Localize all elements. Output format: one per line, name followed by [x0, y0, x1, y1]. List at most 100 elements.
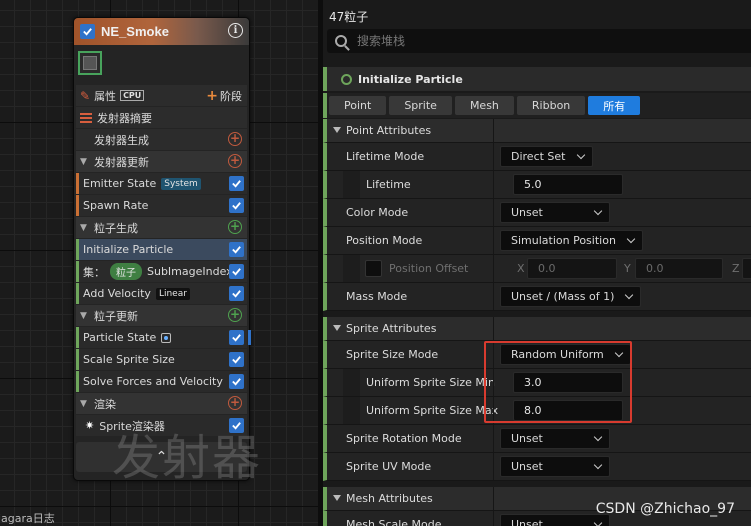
namespace-pill: 粒子 — [110, 263, 142, 280]
emitter-graph[interactable]: NE_Smoke i ✎ 属性 CPU + 阶段 发射器摘要 发射器生成 + ▼ … — [0, 0, 318, 526]
collapse-icon[interactable]: ▼ — [80, 157, 94, 167]
sprite-rotation-mode-dropdown[interactable]: Unset — [500, 428, 610, 449]
module-solve-forces[interactable]: Solve Forces and Velocity — [76, 371, 247, 392]
module-enabled-checkbox[interactable] — [229, 198, 244, 213]
module-header[interactable]: Initialize Particle — [323, 67, 751, 91]
module-enabled-checkbox[interactable] — [229, 286, 244, 301]
module-enabled-checkbox[interactable] — [229, 264, 244, 279]
module-enabled-checkbox[interactable] — [229, 374, 244, 389]
y-axis-label: Y — [624, 262, 631, 275]
add-module-icon[interactable]: + — [228, 220, 242, 234]
lifetime-mode-row: Lifetime Mode Direct Set — [323, 143, 751, 171]
info-icon[interactable]: i — [228, 23, 243, 38]
sprite-attributes-category[interactable]: Sprite Attributes — [323, 317, 751, 341]
particle-state-icon — [161, 332, 172, 343]
mesh-scale-mode-dropdown[interactable]: Unset — [500, 514, 610, 526]
mass-mode-row: Mass Mode Unset / (Mass of 1) — [323, 283, 751, 311]
color-mode-dropdown[interactable]: Unset — [500, 202, 610, 223]
add-module-icon[interactable]: + — [228, 132, 242, 146]
particle-update-label: 粒子更新 — [94, 309, 138, 323]
position-offset-y[interactable]: 0.0 — [635, 258, 723, 279]
module-label: Solve Forces and Velocity — [83, 375, 223, 388]
z-axis-label: Z — [732, 262, 740, 275]
sprite-size-mode-dropdown[interactable]: Random Uniform — [500, 344, 631, 365]
emitter-summary-row[interactable]: 发射器摘要 — [76, 107, 247, 128]
niagara-log-tab[interactable]: iagara日志 — [0, 510, 55, 526]
module-label: Emitter State — [83, 177, 157, 190]
render-section[interactable]: ▼ 渲染 + — [76, 393, 247, 414]
add-module-icon[interactable]: + — [228, 308, 242, 322]
module-tag: Linear — [155, 287, 190, 300]
filter-point[interactable]: Point — [329, 96, 387, 115]
collapse-icon[interactable]: ▼ — [80, 223, 94, 233]
collapse-icon[interactable]: ▼ — [80, 399, 94, 409]
particle-count: 47粒子 — [329, 10, 369, 24]
filter-all[interactable]: 所有 — [588, 96, 641, 115]
module-enabled-checkbox[interactable] — [229, 330, 244, 345]
module-add-velocity[interactable]: Add Velocity Linear — [76, 283, 247, 304]
property-label: Sprite UV Mode — [346, 460, 432, 473]
properties-row[interactable]: ✎ 属性 CPU + 阶段 — [76, 85, 247, 106]
position-mode-row: Position Mode Simulation Position — [323, 227, 751, 255]
collapse-icon[interactable] — [333, 495, 341, 501]
sprite-size-min-row: Uniform Sprite Size Min 3.0 — [323, 369, 751, 397]
emitter-node[interactable]: NE_Smoke i ✎ 属性 CPU + 阶段 发射器摘要 发射器生成 + ▼ … — [73, 17, 251, 481]
particle-spawn-section[interactable]: ▼ 粒子生成 + — [76, 217, 247, 238]
module-spawn-rate[interactable]: Spawn Rate — [76, 195, 247, 216]
render-label: 渲染 — [94, 397, 116, 411]
add-renderer-icon[interactable]: + — [228, 396, 242, 410]
property-label: Uniform Sprite Size Min — [366, 376, 495, 389]
module-enabled-checkbox[interactable] — [229, 176, 244, 191]
collapse-icon[interactable]: ▼ — [80, 311, 94, 321]
module-enabled-checkbox[interactable] — [229, 352, 244, 367]
filter-mesh[interactable]: Mesh — [454, 96, 514, 115]
position-offset-row: Position Offset X 0.0 Y 0.0 Z — [323, 255, 751, 283]
position-mode-dropdown[interactable]: Simulation Position — [500, 230, 643, 251]
list-icon — [80, 112, 92, 123]
sprite-uv-mode-dropdown[interactable]: Unset — [500, 456, 610, 477]
module-label: Particle State — [83, 331, 157, 344]
emitter-spawn-row[interactable]: 发射器生成 + — [76, 129, 247, 150]
filter-ribbon[interactable]: Ribbon — [516, 96, 586, 115]
stack-search-box[interactable] — [327, 29, 751, 53]
module-label: Add Velocity — [83, 287, 151, 300]
particle-spawn-label: 粒子生成 — [94, 221, 138, 235]
module-scale-sprite-size[interactable]: Scale Sprite Size — [76, 349, 247, 370]
search-input[interactable] — [357, 34, 657, 48]
sprite-size-max-field[interactable]: 8.0 — [513, 400, 623, 421]
module-emitter-state[interactable]: Emitter State System — [76, 173, 247, 194]
point-attributes-category[interactable]: Point Attributes — [323, 119, 751, 143]
module-label: Scale Sprite Size — [83, 353, 175, 366]
emitter-thumbnail[interactable] — [78, 51, 102, 75]
property-label: Lifetime — [366, 178, 411, 191]
emitter-node-header[interactable]: NE_Smoke i — [74, 18, 249, 45]
cpu-badge: CPU — [120, 90, 145, 101]
module-initialize-particle[interactable]: Initialize Particle — [76, 239, 247, 260]
override-checkbox[interactable] — [365, 260, 382, 277]
collapse-icon[interactable] — [333, 325, 341, 331]
sprite-size-min-field[interactable]: 3.0 — [513, 372, 623, 393]
module-enabled-icon[interactable] — [341, 73, 352, 85]
collapse-icon[interactable] — [333, 127, 341, 133]
module-enabled-checkbox[interactable] — [229, 242, 244, 257]
pencil-icon: ✎ — [80, 88, 91, 103]
position-offset-z[interactable] — [742, 258, 751, 279]
sprite-size-mode-row: Sprite Size Mode Random Uniform — [323, 341, 751, 369]
lifetime-row: Lifetime 5.0 — [323, 171, 751, 199]
properties-label: 属性 — [94, 89, 117, 103]
module-particle-state[interactable]: Particle State — [76, 327, 251, 348]
emitter-enabled-checkbox[interactable] — [80, 24, 95, 39]
emitter-update-section[interactable]: ▼ 发射器更新 + — [76, 151, 247, 172]
sprite-renderer-icon: ✷ — [85, 419, 95, 432]
filter-sprite[interactable]: Sprite — [389, 96, 452, 115]
particle-update-section[interactable]: ▼ 粒子更新 + — [76, 305, 247, 326]
add-module-icon[interactable]: + — [228, 154, 242, 168]
mass-mode-dropdown[interactable]: Unset / (Mass of 1) — [500, 286, 642, 307]
chevron-down-icon — [593, 460, 603, 469]
chevron-down-icon — [593, 206, 603, 215]
add-stage-button[interactable]: + 阶段 — [206, 88, 242, 104]
lifetime-mode-dropdown[interactable]: Direct Set — [500, 146, 593, 167]
lifetime-field[interactable]: 5.0 — [513, 174, 623, 195]
position-offset-x[interactable]: 0.0 — [527, 258, 617, 279]
module-set-subimageindex[interactable]: 集： 粒子 SubImageIndex — [76, 261, 247, 282]
